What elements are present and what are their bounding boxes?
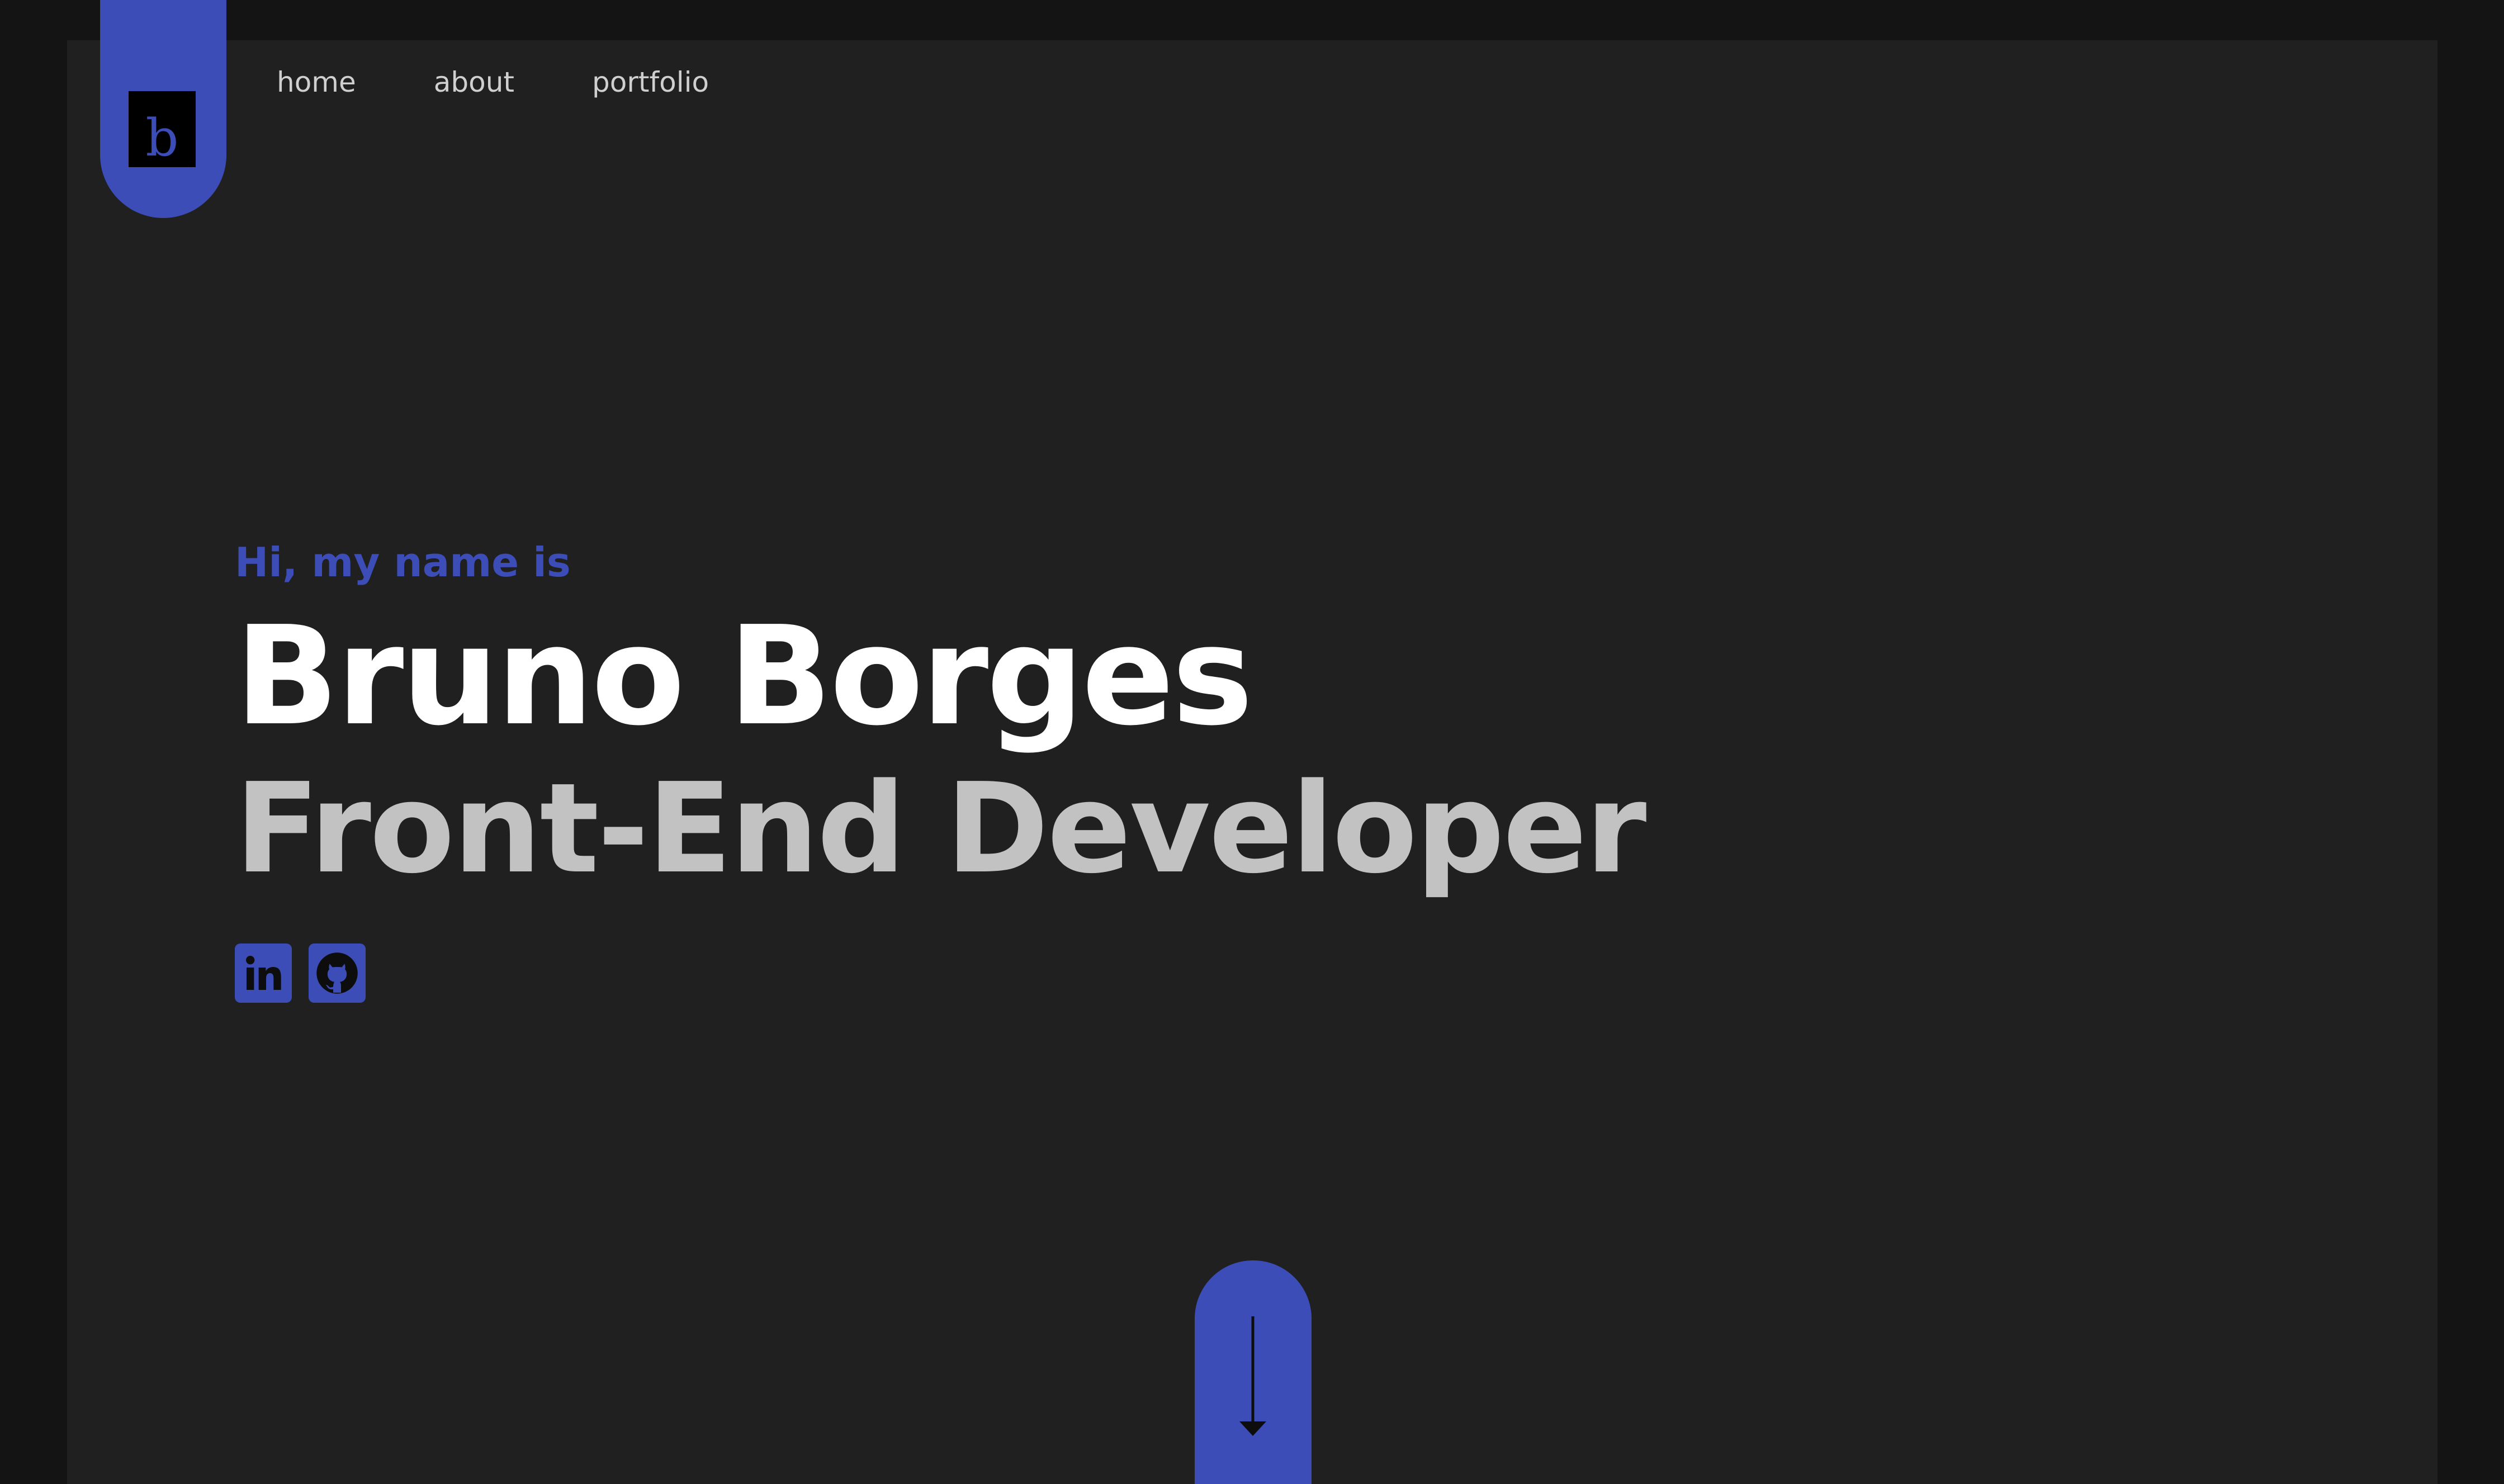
hero-section: Hi, my name is Bruno Borges Front-End De… (235, 539, 1646, 1003)
nav-link-portfolio[interactable]: portfolio (592, 68, 709, 96)
hero-greeting: Hi, my name is (235, 539, 571, 586)
scroll-down-button[interactable] (1195, 1260, 1312, 1484)
logo-letter: b (145, 108, 179, 168)
nav-link-about[interactable]: about (434, 68, 514, 96)
hero-name: Bruno Borges (235, 597, 1253, 756)
arrow-down-icon (1239, 1316, 1266, 1436)
linkedin-icon (246, 956, 281, 990)
logo-tab[interactable]: b (100, 0, 226, 218)
social-links (235, 943, 366, 1003)
main-nav: home about portfolio (277, 68, 709, 96)
logo[interactable]: b (129, 91, 196, 167)
linkedin-link[interactable] (235, 943, 292, 1003)
github-link[interactable] (309, 943, 366, 1003)
nav-link-home[interactable]: home (277, 68, 356, 96)
github-icon (316, 952, 358, 994)
hero-role: Front-End Developer (235, 757, 1646, 901)
